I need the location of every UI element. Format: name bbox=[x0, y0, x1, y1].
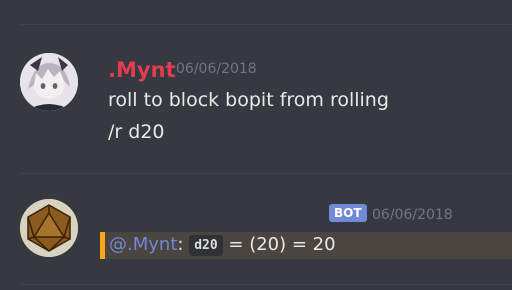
roll-result: = (20) = 20 bbox=[228, 234, 336, 255]
message-divider bbox=[20, 173, 512, 174]
mention-colon: : bbox=[177, 234, 184, 255]
message-line: roll to block bopit from rolling bbox=[108, 89, 389, 111]
mention-highlight-bar bbox=[100, 232, 105, 259]
inline-code: d20 bbox=[189, 235, 223, 256]
message-line: /r d20 bbox=[108, 121, 165, 143]
bot-message: @.Mynt: d20 = (20) = 20 bbox=[109, 234, 336, 256]
bot-badge: BOT bbox=[329, 204, 367, 222]
anime-avatar-icon bbox=[20, 53, 78, 111]
top-divider bbox=[20, 24, 512, 25]
message-timestamp: 06/06/2018 bbox=[372, 207, 453, 223]
bottom-divider bbox=[20, 284, 512, 285]
d20-dice-icon bbox=[20, 199, 78, 257]
user-avatar[interactable] bbox=[20, 53, 78, 111]
bot-avatar[interactable] bbox=[20, 199, 78, 257]
message-timestamp: 06/06/2018 bbox=[176, 61, 257, 77]
username[interactable]: .Mynt bbox=[108, 58, 176, 82]
user-mention[interactable]: @.Mynt bbox=[109, 234, 177, 255]
